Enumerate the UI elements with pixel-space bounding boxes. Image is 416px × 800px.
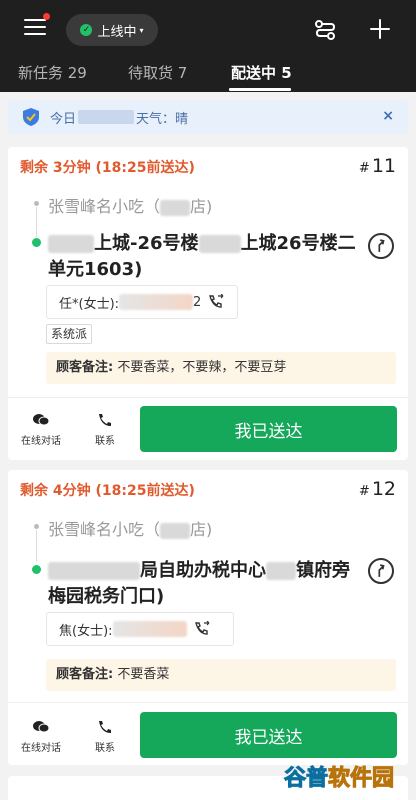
navigate-icon[interactable] [368, 558, 394, 584]
notification-dot [43, 13, 50, 20]
dropoff-dot [32, 565, 41, 574]
online-status-dropdown[interactable]: ✓ 上线中 ▾ [66, 14, 158, 46]
top-bar: ✓ 上线中 ▾ 新任务 29 待取货 7 配送中 5 [0, 0, 416, 92]
shield-icon [23, 108, 39, 126]
order-tabs: 新任务 29 待取货 7 配送中 5 [0, 58, 416, 92]
phone-icon [209, 294, 224, 308]
delivered-button[interactable]: 我已送达 [140, 712, 397, 758]
contact-button[interactable]: 联系 [80, 720, 130, 754]
time-remaining: 剩余 3分钟 (18:25前送达) [20, 160, 195, 176]
shop-name: 张雪峰名小吃（ 店) [48, 520, 213, 539]
customer-phone[interactable]: 任*(女士): 2 [46, 285, 238, 319]
contact-button[interactable]: 联系 [80, 413, 130, 447]
order-card: 剩余 3分钟 (18:25前送达) #11 张雪峰名小吃（ 店) 上城-26号楼上… [8, 147, 408, 460]
order-number: #11 [358, 155, 396, 177]
dropoff-dot [32, 238, 41, 247]
dispatch-tag: 系统派 [46, 324, 93, 344]
online-status-label: 上线中 [97, 24, 137, 40]
shop-name: 张雪峰名小吃（ 店) [48, 197, 213, 216]
route-icon[interactable] [313, 19, 337, 41]
delivery-address: 上城-26号楼 上城26号楼二单元1603) [48, 233, 356, 280]
order-number: #12 [358, 478, 396, 500]
tab-delivering[interactable]: 配送中 5 [231, 62, 292, 83]
redacted-block [78, 110, 135, 124]
chat-icon [33, 414, 50, 426]
notice-prefix: 今日 [50, 111, 77, 127]
phone-icon [99, 721, 111, 733]
customer-note: 顾客备注: 不要香菜，不要辣，不要豆芽 [46, 352, 396, 384]
order-card: 剩余 4分钟 (18:25前送达) #12 张雪峰名小吃（ 店) 局自助办税中心镇… [8, 470, 408, 765]
active-tab-indicator [229, 88, 291, 91]
divider [8, 397, 408, 398]
chat-button[interactable]: 在线对话 [16, 413, 66, 447]
route-line [36, 207, 37, 237]
notice-text: 天气：晴 [136, 111, 189, 127]
time-remaining: 剩余 4分钟 (18:25前送达) [20, 483, 195, 499]
route-line [36, 530, 37, 562]
delivery-address: 局自助办税中心 镇府旁梅园税务门口) [48, 560, 350, 607]
close-icon[interactable]: × [382, 108, 394, 124]
chat-icon [33, 721, 50, 733]
customer-phone[interactable]: 焦(女士): [46, 612, 234, 646]
add-icon[interactable] [370, 19, 390, 39]
chevron-down-icon: ▾ [139, 25, 144, 35]
pickup-dot [34, 201, 39, 206]
tab-new-tasks[interactable]: 新任务 29 [18, 62, 87, 83]
navigate-icon[interactable] [368, 233, 394, 259]
customer-note: 顾客备注: 不要香菜 [46, 659, 396, 691]
phone-icon [99, 414, 111, 426]
divider [8, 702, 408, 703]
pickup-dot [34, 524, 39, 529]
chat-button[interactable]: 在线对话 [16, 720, 66, 754]
phone-icon [194, 621, 209, 635]
tab-awaiting-pickup[interactable]: 待取货 7 [128, 62, 187, 83]
menu-icon[interactable] [24, 19, 46, 37]
watermark-logo: 谷普软件园 [283, 766, 395, 792]
weather-notice: 今日 天气：晴 × [8, 100, 408, 134]
check-icon: ✓ [80, 24, 93, 36]
delivered-button[interactable]: 我已送达 [140, 406, 397, 452]
